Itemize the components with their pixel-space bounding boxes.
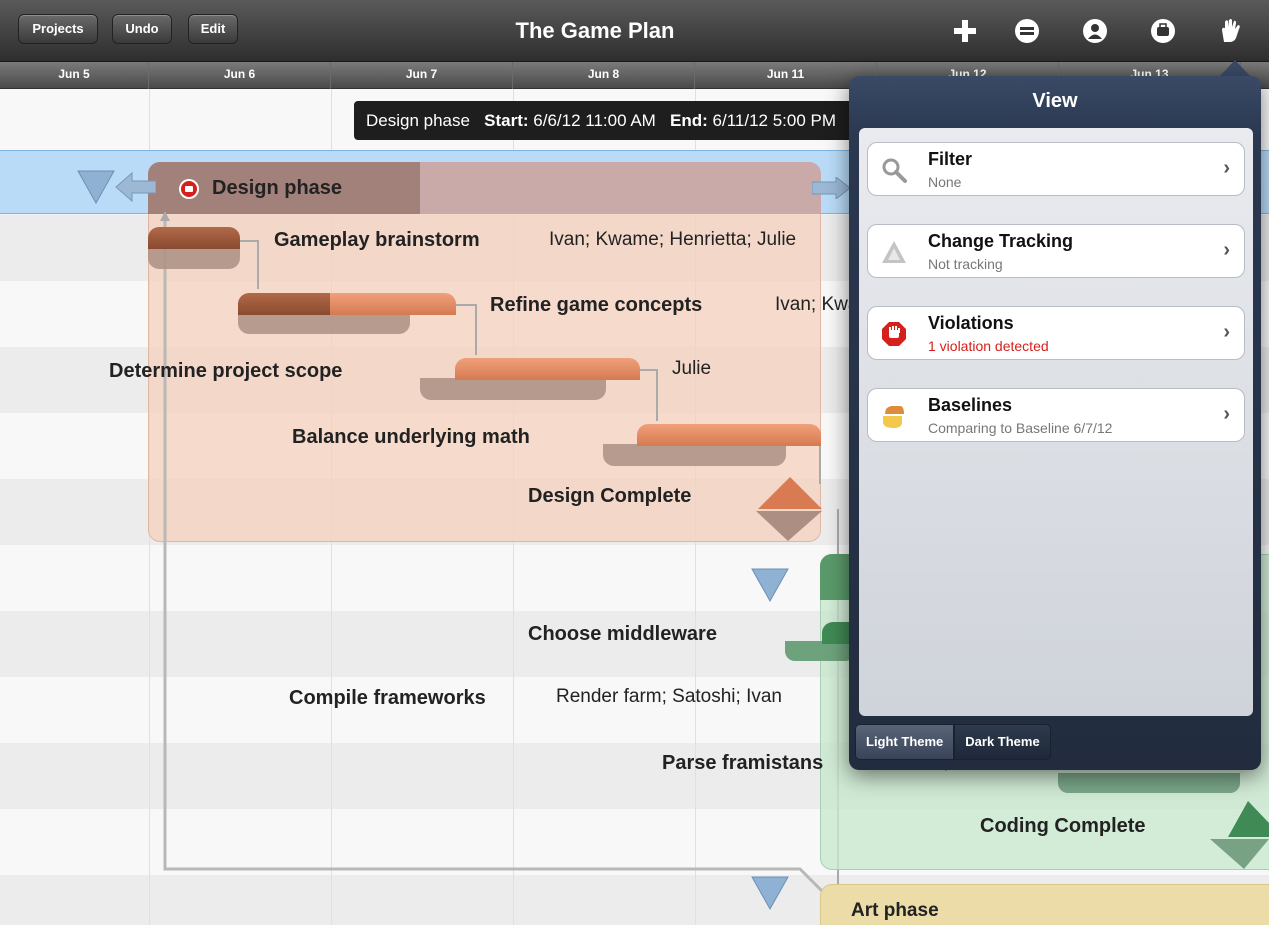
task-label-refine-game-concepts[interactable]: Refine game concepts xyxy=(490,294,702,317)
task-resources: Julie xyxy=(672,358,712,379)
task-bar-balance-underlying-math[interactable] xyxy=(637,424,821,446)
task-bar-determine-project-scope[interactable] xyxy=(455,358,640,380)
dark-theme-button[interactable]: Dark Theme xyxy=(954,724,1051,760)
view-popover: View Filter None › Change Tracking Not t… xyxy=(849,76,1261,770)
plus-icon[interactable] xyxy=(952,18,978,44)
baseline-shadow xyxy=(238,312,410,334)
baselines-item[interactable]: Baselines Comparing to Baseline 6/7/12 › xyxy=(867,388,1245,442)
violations-item[interactable]: Violations 1 violation detected › xyxy=(867,306,1245,360)
search-icon xyxy=(882,158,907,183)
task-label-art-phase[interactable]: Art phase xyxy=(851,900,939,922)
task-label-choose-middleware[interactable]: Choose middleware xyxy=(528,623,717,646)
date-cell: Jun 5 xyxy=(0,62,149,89)
baselines-title: Baselines xyxy=(928,395,1013,415)
task-label-coding-complete[interactable]: Coding Complete xyxy=(980,815,1146,838)
collapse-triangle-icon[interactable] xyxy=(750,875,790,911)
chevron-right-icon: › xyxy=(1223,157,1230,179)
baseline-shadow xyxy=(603,444,786,466)
popover-content: Filter None › Change Tracking Not tracki… xyxy=(859,128,1253,716)
triangle-icon xyxy=(882,241,906,263)
task-label-gameplay-brainstorm[interactable]: Gameplay brainstorm xyxy=(274,229,480,252)
tooltip-start-value: 6/6/12 11:00 AM xyxy=(533,111,656,130)
change-tracking-title: Change Tracking xyxy=(928,231,1074,251)
light-theme-button[interactable]: Light Theme xyxy=(855,724,955,760)
tooltip-start-label: Start: xyxy=(484,111,529,130)
task-label-balance-underlying-math[interactable]: Balance underlying math xyxy=(292,426,530,449)
task-label-design-complete[interactable]: Design Complete xyxy=(528,485,691,508)
date-cell: Jun 7 xyxy=(331,62,513,89)
toolbar: Projects Undo Edit The Game Plan xyxy=(0,0,1269,62)
task-resources: Ivan; Kwame; Henrietta; Julie xyxy=(549,229,797,250)
popover-title: View xyxy=(1032,90,1078,112)
task-label-parse-framistans[interactable]: Parse framistans xyxy=(662,752,823,775)
filter-title: Filter xyxy=(928,149,973,169)
tooltip-end-label: End: xyxy=(670,111,708,130)
task-bar-gameplay-brainstorm[interactable] xyxy=(148,227,240,249)
chevron-right-icon: › xyxy=(1223,403,1230,425)
briefcase-icon[interactable] xyxy=(1150,18,1176,44)
task-tooltip: Design phase Start: 6/6/12 11:00 AM End:… xyxy=(354,101,874,140)
stop-hand-icon xyxy=(882,322,906,346)
baselines-value: Comparing to Baseline 6/7/12 xyxy=(928,420,1113,436)
baseline-shadow xyxy=(420,378,606,400)
change-tracking-item[interactable]: Change Tracking Not tracking › xyxy=(867,224,1245,278)
baseline-shadow xyxy=(148,247,240,269)
task-resources: Render farm; Satoshi; Ivan xyxy=(556,686,782,707)
filter-value: None xyxy=(928,174,962,190)
person-icon[interactable] xyxy=(1082,18,1108,44)
tooltip-task-name: Design phase xyxy=(366,111,470,130)
milestone-diamond-icon[interactable] xyxy=(752,477,832,543)
task-bar-refine-remaining[interactable] xyxy=(330,293,456,315)
popover-arrow xyxy=(1219,60,1251,77)
minus-circle-icon[interactable] xyxy=(1014,18,1040,44)
date-cell: Jun 6 xyxy=(149,62,331,89)
dependency-lines xyxy=(160,211,839,925)
baseline-shadow xyxy=(785,641,855,661)
violations-title: Violations xyxy=(928,313,1014,333)
task-bar-refine-complete[interactable] xyxy=(238,293,330,315)
project-title: The Game Plan xyxy=(515,18,675,43)
theme-switch: Light Theme Dark Theme xyxy=(855,724,1051,760)
violations-value: 1 violation detected xyxy=(928,338,1049,354)
tooltip-end-value: 6/11/12 5:00 PM xyxy=(712,111,837,130)
date-cell: Jun 8 xyxy=(513,62,695,89)
hand-icon[interactable] xyxy=(1216,18,1246,44)
baseline-icon xyxy=(883,406,904,428)
task-label-compile-frameworks[interactable]: Compile frameworks xyxy=(289,687,486,710)
milestone-diamond-icon[interactable] xyxy=(1208,801,1269,871)
baseline-shadow xyxy=(1058,773,1240,793)
change-tracking-value: Not tracking xyxy=(928,256,1003,272)
chevron-right-icon: › xyxy=(1223,321,1230,343)
task-label-determine-project-scope[interactable]: Determine project scope xyxy=(109,360,342,383)
chevron-right-icon: › xyxy=(1223,239,1230,261)
filter-item[interactable]: Filter None › xyxy=(867,142,1245,196)
collapse-triangle-icon[interactable] xyxy=(750,567,790,603)
